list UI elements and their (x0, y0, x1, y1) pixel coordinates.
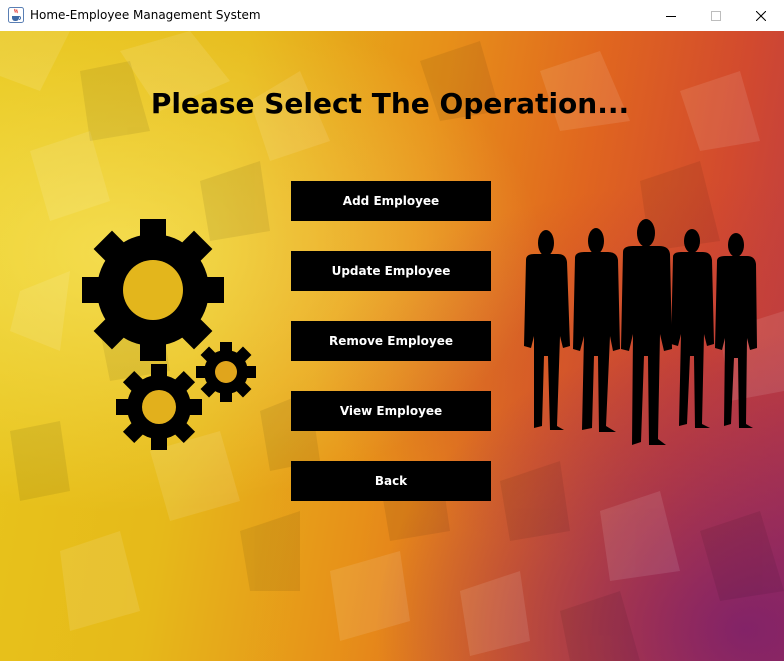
business-people-silhouette (524, 219, 757, 445)
back-button[interactable]: Back (291, 461, 491, 501)
page-heading: Please Select The Operation... (150, 87, 630, 120)
remove-employee-button[interactable]: Remove Employee (291, 321, 491, 361)
window-title: Home-Employee Management System (30, 8, 261, 22)
minimize-button[interactable] (648, 0, 694, 31)
gears-icon (82, 219, 256, 450)
maximize-button[interactable] (693, 0, 739, 31)
update-employee-button[interactable]: Update Employee (291, 251, 491, 291)
title-bar: Home-Employee Management System (0, 0, 784, 31)
java-cup-icon (8, 7, 24, 23)
close-button[interactable] (738, 0, 784, 31)
minimize-icon (666, 15, 676, 17)
close-icon (756, 10, 766, 21)
main-panel: Please Select The Operation... Add Emplo… (0, 31, 784, 661)
maximize-icon (711, 10, 721, 21)
add-employee-button[interactable]: Add Employee (291, 181, 491, 221)
view-employee-button[interactable]: View Employee (291, 391, 491, 431)
